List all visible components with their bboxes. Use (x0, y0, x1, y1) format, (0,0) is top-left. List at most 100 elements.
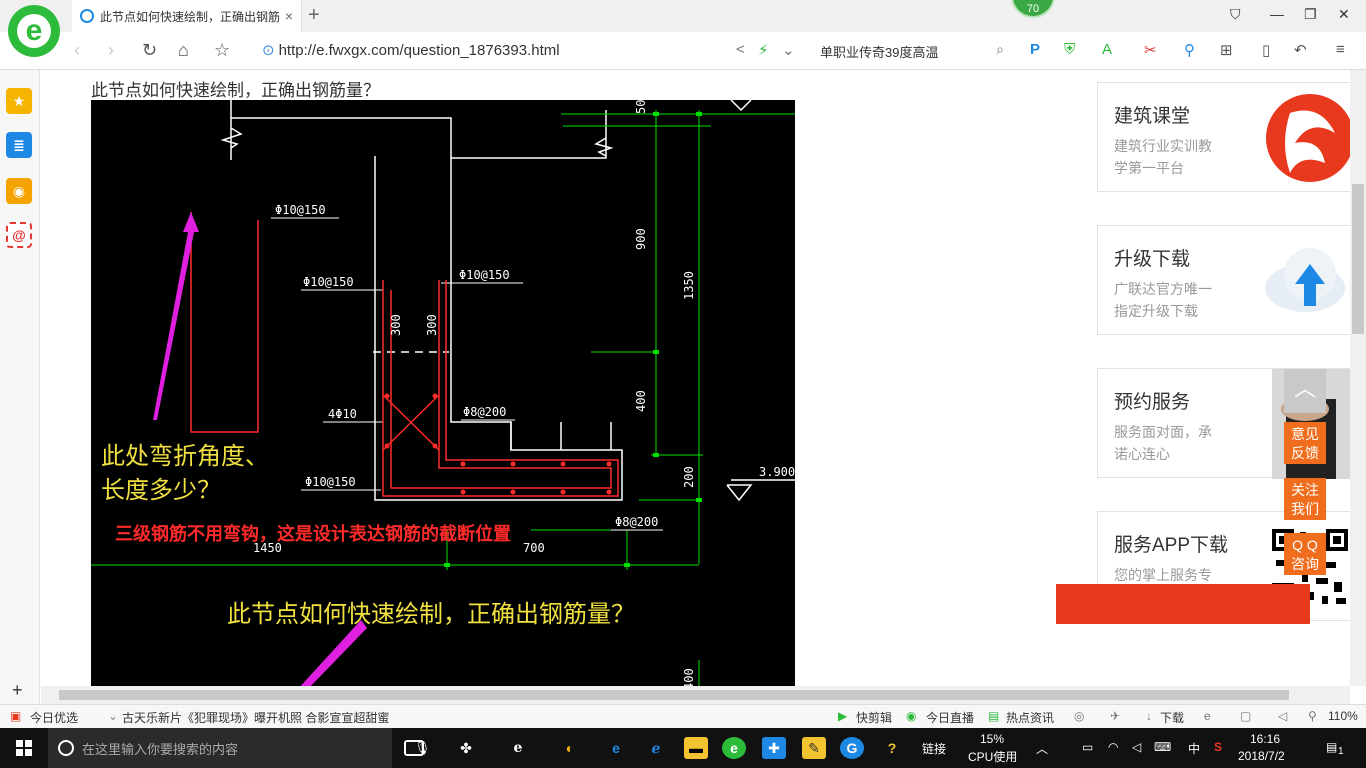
note-bottom: 此节点如何快速绘制，正确出钢筋量？ (227, 600, 635, 628)
edge-icon[interactable]: e (604, 737, 628, 759)
task-view-icon[interactable] (404, 740, 424, 756)
ie-icon[interactable]: ℯ (644, 737, 668, 759)
close-window-button[interactable]: ✕ (1338, 6, 1350, 23)
label-dim-400-bottom: 400 (682, 668, 696, 686)
download-link[interactable]: 下载 (1160, 709, 1184, 726)
tab-favicon-icon (80, 9, 94, 23)
network-icon[interactable]: ▭ (1082, 740, 1093, 754)
chevron-up-icon[interactable]: ︿ (1036, 740, 1048, 757)
search-icon[interactable]: ⌕ (996, 41, 1004, 58)
undo-icon[interactable]: ↶ (1294, 41, 1307, 59)
favorites-star-icon[interactable]: ★ (6, 88, 32, 114)
title-bar: 此节点如何快速绘制，正确出钢筋量？ × + 70 ⛉ — ❐ ✕ (0, 0, 1366, 32)
file-explorer-icon[interactable]: ▬ (684, 737, 708, 759)
today-pick-link[interactable]: 今日优选 (30, 709, 78, 726)
sogou-icon[interactable]: S (1214, 740, 1222, 754)
minimize-button[interactable]: — (1270, 6, 1284, 22)
keyboard-icon[interactable]: ⌨ (1154, 740, 1171, 754)
vertical-scrollbar[interactable] (1350, 70, 1366, 686)
news-ticker-link[interactable]: 古天乐新片《犯罪现场》曝开机照 合影宣宣超甜蜜 (122, 709, 389, 726)
app-plus-icon[interactable]: ✚ (762, 737, 786, 759)
find-icon[interactable]: ⚲ (1184, 41, 1195, 59)
clock-time[interactable]: 16:16 (1250, 732, 1280, 746)
feedback-button[interactable]: 意见 反馈 (1284, 422, 1326, 464)
speed-icon[interactable]: ◎ (1074, 709, 1084, 723)
window-icon[interactable]: ▢ (1240, 709, 1251, 723)
translate-icon[interactable]: A (1102, 41, 1112, 58)
email-icon[interactable]: @ (6, 222, 32, 248)
help-app-icon[interactable]: ? (880, 737, 904, 759)
g-app-icon[interactable]: G (840, 737, 864, 759)
add-sidebar-item-button[interactable]: + (12, 680, 23, 701)
horizontal-scroll-thumb[interactable] (59, 690, 1289, 700)
home-button[interactable]: ⌂ (178, 40, 189, 61)
promo-banner[interactable] (1056, 584, 1310, 624)
plugin-icon[interactable]: P (1030, 41, 1040, 58)
refresh-button[interactable]: ↻ (142, 40, 157, 61)
vertical-scroll-thumb[interactable] (1352, 184, 1364, 334)
qq-consult-button[interactable]: Q Q 咨询 (1284, 533, 1326, 575)
taskbar-search-placeholder: 在这里输入你要搜索的内容 (82, 741, 239, 757)
card-building-class[interactable]: 建筑课堂 建筑行业实训教 学第一平台 (1097, 82, 1350, 192)
live-link[interactable]: 今日直播 (926, 709, 974, 726)
quick-clip-link[interactable]: 快剪辑 (856, 709, 892, 726)
address-bar[interactable]: ⊙ http://e.fwxgx.com/question_1876393.htm… (262, 41, 560, 59)
mute-icon[interactable]: ◁ (1278, 709, 1287, 723)
weibo-icon[interactable]: ◉ (6, 178, 32, 204)
label-4-bars: 4Φ10 (328, 407, 357, 421)
horizontal-scrollbar[interactable] (41, 686, 1350, 704)
apps-grid-icon[interactable]: ⊞ (1220, 41, 1233, 59)
label-stirrup: Φ8@200 (463, 405, 506, 419)
menu-icon[interactable]: ≡ (1336, 41, 1345, 58)
wifi-icon[interactable]: ◠ (1108, 740, 1118, 754)
structure-outline (220, 100, 795, 502)
browser-tab[interactable]: 此节点如何快速绘制，正确出钢筋量？ × (72, 0, 302, 32)
follow-us-button[interactable]: 关注 我们 (1284, 478, 1326, 520)
clock-date[interactable]: 2018/7/2 (1238, 749, 1285, 763)
taskbar-search-box[interactable]: 在这里输入你要搜索的内容 🎙 (48, 728, 431, 768)
card-upgrade-download[interactable]: 升级下载 广联达官方唯一 指定升级下载 (1097, 225, 1350, 335)
card-title: 服务APP下载 (1114, 535, 1229, 556)
cpu-label: CPU使用 (968, 750, 1018, 764)
lightning-icon[interactable]: ⚡ (758, 41, 769, 59)
browser-e-icon[interactable]: e (506, 737, 530, 759)
score-badge[interactable]: 70 (1011, 0, 1055, 18)
share-icon[interactable]: < (736, 41, 745, 58)
new-tab-button[interactable]: + (308, 4, 320, 27)
shield-icon[interactable]: ⛨ (1064, 41, 1075, 58)
download-icon: ↓ (1146, 709, 1152, 723)
tablet-icon[interactable]: ▯ (1262, 41, 1270, 59)
label-rebar-bottom: Φ10@150 (305, 475, 356, 489)
shirt-skin-icon[interactable]: ⛉ (1230, 6, 1241, 23)
zoom-level[interactable]: 110% (1328, 709, 1358, 723)
label-rebar-bottom-right: Φ8@200 (615, 515, 658, 529)
tab-title: 此节点如何快速绘制，正确出钢筋量？ (99, 9, 279, 24)
pin-icon[interactable]: ✈ (1110, 709, 1120, 723)
favorite-star-button[interactable]: ☆ (214, 40, 230, 61)
ime-indicator[interactable]: 中 (1188, 740, 1200, 757)
cad-rotated-labels: 300 300 50 900 1350 400 200 400 (389, 100, 696, 686)
search-box[interactable]: 单职业传奇39度高温 ⌕ (812, 38, 1012, 64)
pinwheel-app-icon[interactable]: ✤ (454, 737, 478, 759)
browser-active-icon[interactable]: e (722, 737, 746, 759)
status-bar: ▣ 今日优选 ⌄ 古天乐新片《犯罪现场》曝开机照 合影宣宣超甜蜜 ▶ 快剪辑 ◉… (0, 704, 1366, 728)
chevron-down-icon[interactable]: ⌄ (782, 41, 795, 59)
notification-icon[interactable]: ▤ (1326, 740, 1337, 754)
back-button[interactable]: ‹ (74, 40, 80, 61)
ie-mode-icon[interactable]: e (1204, 709, 1211, 723)
windows-start-icon[interactable] (16, 740, 32, 756)
back-to-top-button[interactable]: ︿ (1284, 369, 1326, 413)
cad-drawing-image: Φ10@150 Φ10@150 Φ10@150 4Φ10 Φ8@200 Φ10@… (91, 100, 795, 686)
forward-button[interactable]: › (108, 40, 114, 61)
links-label[interactable]: 链接 (922, 740, 946, 757)
list-icon[interactable]: ≣ (6, 132, 32, 158)
browser-logo-icon[interactable]: e (8, 5, 60, 57)
notify-app-icon[interactable]: ◐ (558, 737, 582, 759)
scissors-icon[interactable]: ✂ (1144, 41, 1157, 59)
question-title[interactable]: 此节点如何快速绘制，正确出钢筋量？ (91, 76, 380, 103)
volume-icon[interactable]: ◁ (1132, 740, 1141, 754)
tab-close-button[interactable]: × (285, 8, 293, 24)
notes-app-icon[interactable]: ✎ (802, 737, 826, 759)
maximize-button[interactable]: ❐ (1304, 6, 1317, 23)
hot-news-link[interactable]: 热点资讯 (1006, 709, 1054, 726)
